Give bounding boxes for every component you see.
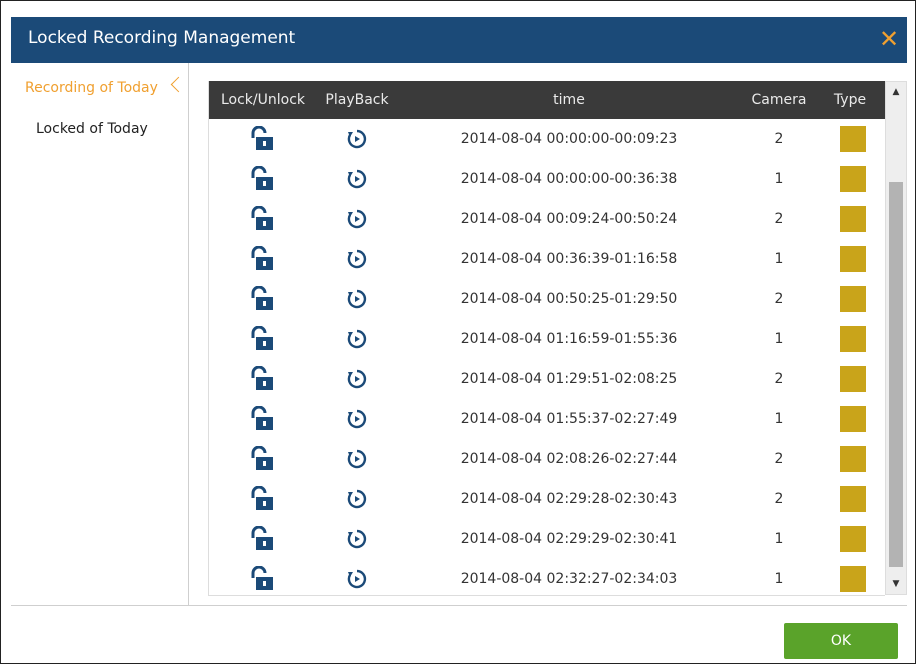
camera-cell: 1 <box>774 411 784 427</box>
time-cell: 2014-08-04 01:16:59-01:55:36 <box>460 331 678 347</box>
sidebar: Recording of Today Locked of Today <box>11 63 189 605</box>
camera-cell: 1 <box>774 251 784 267</box>
type-indicator <box>840 126 866 152</box>
camera-cell: 2 <box>774 211 784 227</box>
unlock-icon[interactable] <box>209 159 317 199</box>
playback-icon[interactable] <box>317 239 397 279</box>
unlock-icon[interactable] <box>209 239 317 279</box>
time-cell: 2014-08-04 00:00:00-00:36:38 <box>460 171 678 187</box>
camera-cell: 1 <box>774 171 784 187</box>
ok-button[interactable]: OK <box>784 623 898 659</box>
type-indicator <box>840 526 866 552</box>
header-type: Type <box>833 92 867 108</box>
sidebar-item-recording-of-today[interactable]: Recording of Today <box>11 75 187 101</box>
type-indicator <box>840 446 866 472</box>
type-indicator <box>840 366 866 392</box>
table-row[interactable]: 2014-08-04 00:36:39-01:16:58 1 <box>209 239 885 280</box>
sidebar-item-label: Locked of Today <box>36 121 148 137</box>
time-cell: 2014-08-04 00:00:00-00:09:23 <box>460 131 678 147</box>
vertical-scrollbar[interactable]: ▲ ▼ <box>885 81 907 595</box>
table-row[interactable]: 2014-08-04 01:55:37-02:27:49 1 <box>209 399 885 440</box>
playback-icon[interactable] <box>317 519 397 559</box>
table-header: Lock/Unlock PlayBack time Camera Type <box>209 81 885 119</box>
time-cell: 2014-08-04 02:29:29-02:30:41 <box>460 531 678 547</box>
header-time: time <box>553 92 585 108</box>
time-cell: 2014-08-04 02:29:28-02:30:43 <box>460 491 678 507</box>
playback-icon[interactable] <box>317 119 397 159</box>
table-row[interactable]: 2014-08-04 02:29:28-02:30:43 2 <box>209 479 885 520</box>
sidebar-item-label: Recording of Today <box>25 80 158 96</box>
scroll-up-icon[interactable]: ▲ <box>886 82 906 102</box>
time-cell: 2014-08-04 01:55:37-02:27:49 <box>460 411 678 427</box>
unlock-icon[interactable] <box>209 479 317 519</box>
type-indicator <box>840 206 866 232</box>
unlock-icon[interactable] <box>209 279 317 319</box>
unlock-icon[interactable] <box>209 559 317 595</box>
time-cell: 2014-08-04 02:08:26-02:27:44 <box>460 451 678 467</box>
table-row[interactable]: 2014-08-04 02:32:27-02:34:03 1 <box>209 559 885 595</box>
header-lock-unlock: Lock/Unlock <box>220 92 306 108</box>
time-cell: 2014-08-04 00:09:24-00:50:24 <box>460 211 678 227</box>
type-indicator <box>840 246 866 272</box>
camera-cell: 2 <box>774 131 784 147</box>
dialog-frame: Locked Recording Management ✕ Recording … <box>0 0 916 664</box>
playback-icon[interactable] <box>317 399 397 439</box>
time-cell: 2014-08-04 00:50:25-01:29:50 <box>460 291 678 307</box>
scroll-down-icon[interactable]: ▼ <box>886 574 906 594</box>
playback-icon[interactable] <box>317 159 397 199</box>
titlebar: Locked Recording Management ✕ <box>11 17 907 63</box>
header-playback: PlayBack <box>325 92 389 108</box>
camera-cell: 2 <box>774 291 784 307</box>
scrollbar-thumb[interactable] <box>889 182 903 567</box>
type-indicator <box>840 566 866 592</box>
table-row[interactable]: 2014-08-04 02:08:26-02:27:44 2 <box>209 439 885 480</box>
unlock-icon[interactable] <box>209 439 317 479</box>
type-indicator <box>840 406 866 432</box>
type-indicator <box>840 326 866 352</box>
time-cell: 2014-08-04 00:36:39-01:16:58 <box>460 251 678 267</box>
camera-cell: 2 <box>774 451 784 467</box>
playback-icon[interactable] <box>317 439 397 479</box>
unlock-icon[interactable] <box>209 319 317 359</box>
header-camera: Camera <box>751 92 807 108</box>
playback-icon[interactable] <box>317 479 397 519</box>
table-row[interactable]: 2014-08-04 01:29:51-02:08:25 2 <box>209 359 885 400</box>
type-indicator <box>840 486 866 512</box>
type-indicator <box>840 166 866 192</box>
table-row[interactable]: 2014-08-04 00:00:00-00:36:38 1 <box>209 159 885 200</box>
time-cell: 2014-08-04 01:29:51-02:08:25 <box>460 371 678 387</box>
sidebar-item-locked-of-today[interactable]: Locked of Today <box>11 116 187 142</box>
table-row[interactable]: 2014-08-04 02:29:29-02:30:41 1 <box>209 519 885 560</box>
playback-icon[interactable] <box>317 359 397 399</box>
table-row[interactable]: 2014-08-04 01:16:59-01:55:36 1 <box>209 319 885 360</box>
playback-icon[interactable] <box>317 559 397 595</box>
playback-icon[interactable] <box>317 279 397 319</box>
unlock-icon[interactable] <box>209 359 317 399</box>
dialog-title: Locked Recording Management <box>28 28 296 48</box>
playback-icon[interactable] <box>317 199 397 239</box>
camera-cell: 1 <box>774 531 784 547</box>
unlock-icon[interactable] <box>209 399 317 439</box>
active-indicator-icon <box>170 76 187 93</box>
recordings-table: Lock/Unlock PlayBack time Camera Type 20… <box>208 81 885 596</box>
time-cell: 2014-08-04 02:32:27-02:34:03 <box>460 571 678 587</box>
table-row[interactable]: 2014-08-04 00:00:00-00:09:23 2 <box>209 119 885 160</box>
unlock-icon[interactable] <box>209 519 317 559</box>
playback-icon[interactable] <box>317 319 397 359</box>
camera-cell: 1 <box>774 571 784 587</box>
camera-cell: 2 <box>774 371 784 387</box>
table-row[interactable]: 2014-08-04 00:09:24-00:50:24 2 <box>209 199 885 240</box>
unlock-icon[interactable] <box>209 119 317 159</box>
camera-cell: 2 <box>774 491 784 507</box>
close-icon[interactable]: ✕ <box>871 21 907 57</box>
camera-cell: 1 <box>774 331 784 347</box>
table-row[interactable]: 2014-08-04 00:50:25-01:29:50 2 <box>209 279 885 320</box>
type-indicator <box>840 286 866 312</box>
unlock-icon[interactable] <box>209 199 317 239</box>
footer-divider <box>11 605 907 606</box>
